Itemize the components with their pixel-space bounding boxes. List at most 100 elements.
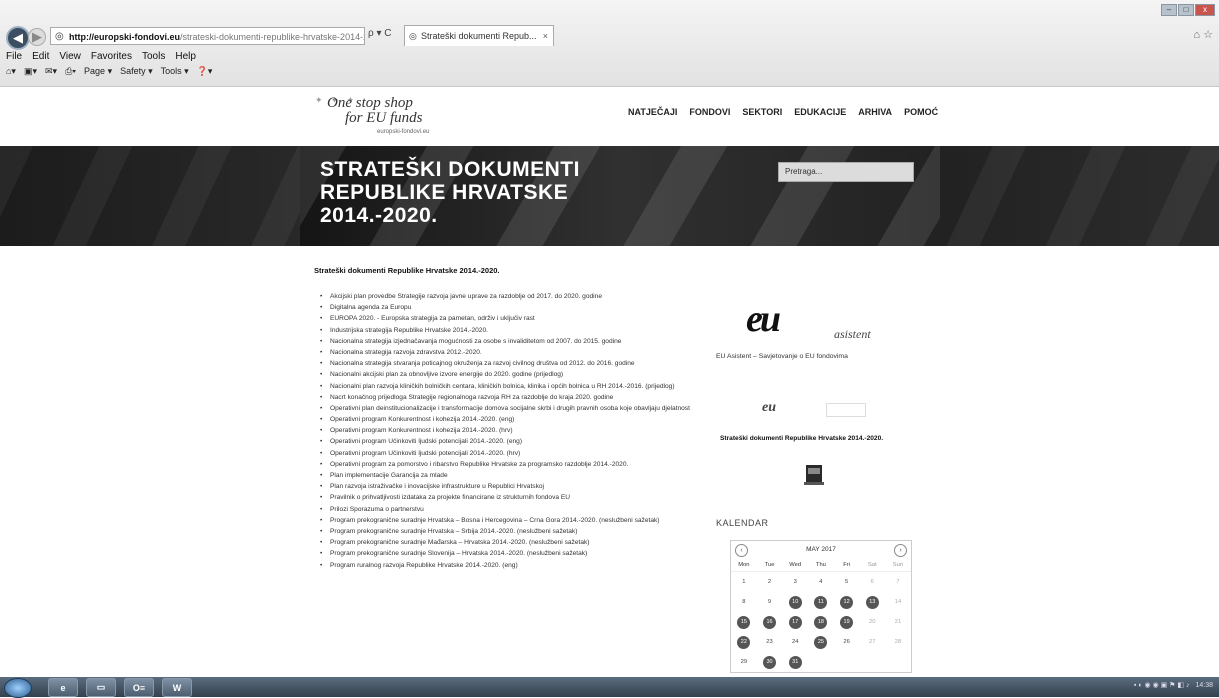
document-link[interactable]: Program ruralnog razvoja Republike Hrvat… <box>320 562 710 570</box>
document-link[interactable]: Program prekogranične suradnje Hrvatska … <box>320 517 710 525</box>
explorer-taskbar-icon[interactable]: ▭ <box>86 678 116 697</box>
calendar-day[interactable]: 10 <box>782 592 808 612</box>
document-link[interactable]: Operativni program Konkurentnost i kohez… <box>320 427 710 435</box>
calendar-day[interactable]: 1 <box>731 572 757 592</box>
document-link[interactable]: Nacionalni plan razvoja kliničkih bolnič… <box>320 383 710 391</box>
document-link[interactable]: Plan razvoja istraživačke i inovacijske … <box>320 483 710 491</box>
eu-asistent-caption[interactable]: EU Asistent – Savjetovanje o EU fondovim… <box>716 353 848 360</box>
calendar-event-day[interactable]: 17 <box>788 615 802 629</box>
calendar-event-day[interactable]: 19 <box>840 615 854 629</box>
calendar-day[interactable]: 2 <box>757 572 783 592</box>
menu-favorites[interactable]: Favorites <box>91 51 132 62</box>
calendar-event-day[interactable]: 15 <box>737 615 751 629</box>
document-link[interactable]: Industrijska strategija Republike Hrvats… <box>320 327 710 335</box>
menu-edit[interactable]: Edit <box>32 51 49 62</box>
eu-asistent-logo[interactable]: eu asistent <box>742 298 892 348</box>
calendar-event-day[interactable]: 16 <box>763 615 777 629</box>
document-link[interactable]: Nacionalni akcijski plan za obnovljive i… <box>320 371 710 379</box>
document-link[interactable]: EUROPA 2020. - Europska strategija za pa… <box>320 315 710 323</box>
calendar-day[interactable]: 6 <box>859 572 885 592</box>
address-bar[interactable]: ◎ http://europski-fondovi.eu/strateski-d… <box>50 27 365 45</box>
mail-icon[interactable]: ✉▾ <box>45 66 57 77</box>
nav-arhiva[interactable]: ARHIVA <box>858 107 892 117</box>
calendar-event-day[interactable]: 30 <box>763 655 777 669</box>
calendar-day[interactable]: 16 <box>757 612 783 632</box>
document-link[interactable]: Plan implementacije Garancija za mlade <box>320 472 710 480</box>
home-icon[interactable]: ⌂ <box>1193 29 1200 41</box>
calendar-day[interactable]: 29 <box>731 652 757 672</box>
calendar-day[interactable]: 18 <box>808 612 834 632</box>
start-button[interactable] <box>4 678 32 698</box>
document-link[interactable]: Operativni program Učinkoviti ljudski po… <box>320 438 710 446</box>
star-icon[interactable]: ☆ <box>1203 29 1213 41</box>
home-cmd-icon[interactable]: ⌂▾ <box>6 66 16 77</box>
menu-view[interactable]: View <box>59 51 81 62</box>
calendar-day[interactable]: 7 <box>885 572 911 592</box>
document-link[interactable]: Akcijski plan provedbe Strategije razvoj… <box>320 293 710 301</box>
document-link[interactable]: Nacionalna strategija stvaranja poticajn… <box>320 360 710 368</box>
document-link[interactable]: Nacrt konačnog prijedloga Strategije reg… <box>320 394 710 402</box>
calendar-day[interactable]: 27 <box>859 632 885 652</box>
calendar-day[interactable]: 3 <box>782 572 808 592</box>
ie-taskbar-icon[interactable]: e <box>48 678 78 697</box>
calendar-day[interactable]: 19 <box>834 612 860 632</box>
calendar-day[interactable]: 24 <box>782 632 808 652</box>
calendar-day[interactable]: 12 <box>834 592 860 612</box>
document-link[interactable]: Program prekogranične suradnje Hrvatska … <box>320 528 710 536</box>
nav-natjecaji[interactable]: NATJEČAJI <box>628 107 677 117</box>
document-link[interactable]: Operativni program Učinkoviti ljudski po… <box>320 450 710 458</box>
clock[interactable]: 14:38 <box>1195 682 1213 689</box>
browser-tab[interactable]: ◎ Strateški dokumenti Repub... × <box>404 25 554 46</box>
menu-tools[interactable]: Tools <box>142 51 165 62</box>
next-month-icon[interactable]: › <box>894 544 907 557</box>
calendar-day[interactable]: 8 <box>731 592 757 612</box>
eu-thumbnail[interactable]: eu <box>762 400 776 416</box>
menu-file[interactable]: File <box>6 51 22 62</box>
calendar-day[interactable]: 13 <box>859 592 885 612</box>
calendar-day[interactable]: 4 <box>808 572 834 592</box>
document-link[interactable]: Nacionalna strategija razvoja zdravstva … <box>320 349 710 357</box>
sidebar-doc-title[interactable]: Strateški dokumenti Republike Hrvatske 2… <box>720 435 883 442</box>
forward-button[interactable]: ▶ <box>28 28 46 46</box>
word-taskbar-icon[interactable]: W <box>162 678 192 697</box>
help-icon[interactable]: ❓▾ <box>197 66 213 77</box>
calendar-event-day[interactable]: 11 <box>814 595 828 609</box>
safety-menu[interactable]: Safety ▾ <box>120 66 153 77</box>
calendar-day[interactable]: 21 <box>885 612 911 632</box>
calendar-day[interactable]: 31 <box>782 652 808 672</box>
calendar-day[interactable]: 15 <box>731 612 757 632</box>
calendar-day[interactable]: 17 <box>782 612 808 632</box>
calendar-event-day[interactable]: 13 <box>865 595 879 609</box>
feeds-icon[interactable]: ▣▾ <box>24 66 37 77</box>
close-window-button[interactable]: x <box>1195 4 1215 16</box>
document-link[interactable]: Nacionalna strategija izjednačavanja mog… <box>320 338 710 346</box>
calendar-event-day[interactable]: 10 <box>788 595 802 609</box>
document-link[interactable]: Digitalna agenda za Europu <box>320 304 710 312</box>
menu-help[interactable]: Help <box>175 51 196 62</box>
calendar-day[interactable]: 30 <box>757 652 783 672</box>
maximize-button[interactable]: □ <box>1178 4 1194 16</box>
print-icon[interactable]: ⎙▾ <box>65 66 76 77</box>
document-link[interactable]: Pravilnik o prihvatljivosti izdataka za … <box>320 494 710 502</box>
calendar-event-day[interactable]: 31 <box>788 655 802 669</box>
calendar-event-day[interactable]: 18 <box>814 615 828 629</box>
calendar-day[interactable]: 25 <box>808 632 834 652</box>
calendar-event-day[interactable]: 25 <box>814 635 828 649</box>
calendar-day[interactable]: 23 <box>757 632 783 652</box>
document-link[interactable]: Operativni plan deinstitucionalizacije i… <box>320 405 710 413</box>
nav-fondovi[interactable]: FONDOVI <box>689 107 730 117</box>
calendar-day[interactable]: 9 <box>757 592 783 612</box>
calendar-day[interactable]: 11 <box>808 592 834 612</box>
tray-icons[interactable]: ▪ ◐ ◉ ◉ ▣ ⚑ ◧ ♪ <box>1134 681 1190 689</box>
minimize-button[interactable]: – <box>1161 4 1177 16</box>
calendar-event-day[interactable]: 22 <box>737 635 751 649</box>
document-link[interactable]: Operativni program za pomorstvo i ribars… <box>320 461 710 469</box>
calendar-day[interactable]: 28 <box>885 632 911 652</box>
calendar-event-day[interactable]: 12 <box>840 595 854 609</box>
document-link[interactable]: Operativni program Konkurentnost i kohez… <box>320 416 710 424</box>
site-logo[interactable]: ✦ ✦ ✦ One stop shop for EU funds europsk… <box>315 95 465 140</box>
document-link[interactable]: Program prekogranične suradnje Slovenija… <box>320 550 710 558</box>
tools-menu[interactable]: Tools ▾ <box>161 66 189 77</box>
calendar-day[interactable]: 26 <box>834 632 860 652</box>
calendar-day[interactable]: 20 <box>859 612 885 632</box>
